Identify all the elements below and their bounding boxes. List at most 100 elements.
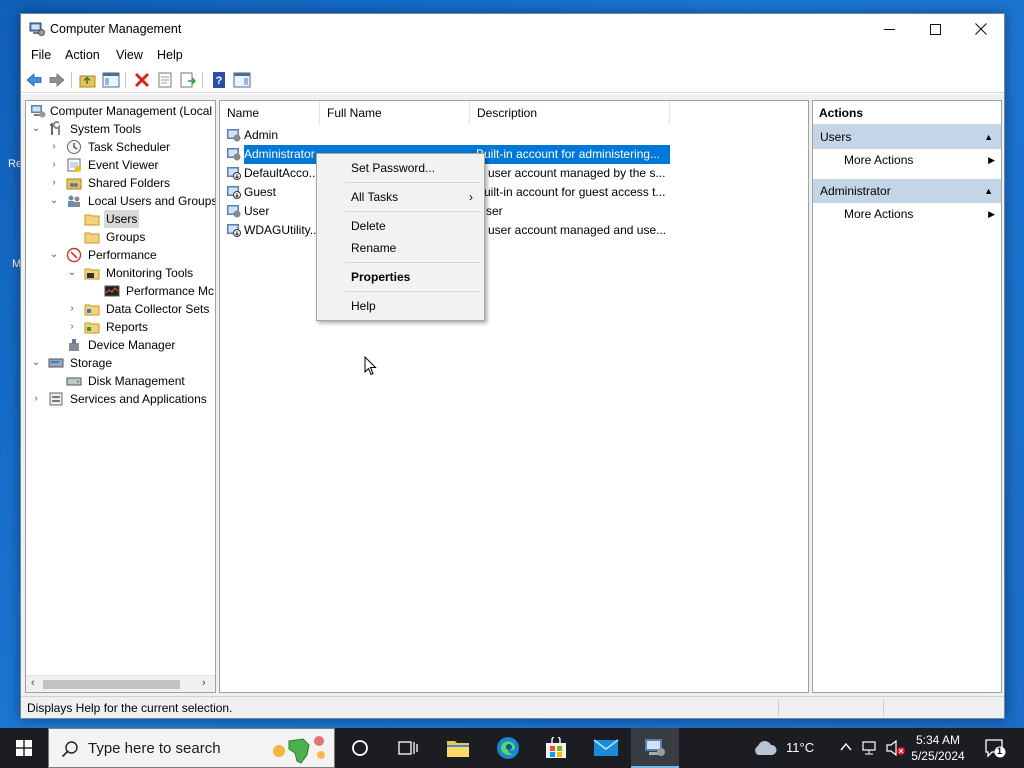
- menu-item-set-password[interactable]: Set Password...: [351, 158, 481, 178]
- back-arrow-icon[interactable]: [25, 71, 43, 89]
- taskbar-computer-management[interactable]: [631, 728, 679, 768]
- tree-node-performance[interactable]: ⌄ Performance: [48, 246, 214, 264]
- tree-label: Shared Folders: [88, 176, 171, 190]
- taskbar-search-box[interactable]: Type here to search: [48, 728, 335, 768]
- column-header-full-name[interactable]: Full Name: [320, 101, 470, 125]
- system-clock[interactable]: 5:34 AM 5/25/2024: [908, 732, 968, 764]
- column-header-description[interactable]: Description: [470, 101, 670, 125]
- tree-node-groups[interactable]: Groups: [84, 228, 184, 246]
- menu-action[interactable]: Action: [65, 48, 100, 62]
- tree-node-reports[interactable]: › Reports: [66, 318, 215, 336]
- tree-node-task-scheduler[interactable]: › Task Scheduler: [48, 138, 214, 156]
- menu-item-label: All Tasks: [351, 190, 399, 204]
- submenu-arrow-icon: ▶: [988, 209, 995, 219]
- volume-control[interactable]: [884, 728, 906, 768]
- tree-node-users[interactable]: Users: [84, 210, 184, 228]
- title-bar[interactable]: Computer Management: [21, 14, 1004, 44]
- more-actions-administrator[interactable]: More Actions ▶: [844, 204, 999, 224]
- tree-node-monitoring-tools[interactable]: ⌄ Monitoring Tools: [66, 264, 215, 282]
- scrollbar-thumb[interactable]: [43, 680, 180, 689]
- network-status[interactable]: [860, 728, 880, 768]
- tree-node-storage[interactable]: ⌄ Storage: [30, 354, 210, 372]
- menu-item-help[interactable]: Help: [351, 296, 481, 316]
- chevron-up-icon: [840, 742, 852, 751]
- start-button[interactable]: [0, 728, 48, 768]
- up-folder-icon[interactable]: [79, 71, 97, 89]
- notification-center-button[interactable]: 1: [980, 728, 1010, 768]
- taskbar-mail[interactable]: [582, 728, 630, 768]
- expand-chevron-icon[interactable]: ›: [30, 390, 42, 408]
- tree-node-device-manager[interactable]: Device Manager: [48, 336, 214, 354]
- table-row[interactable]: Guest uilt-in account for guest access t…: [224, 183, 804, 202]
- minimize-button[interactable]: [866, 14, 912, 44]
- show-hide-action-pane-icon[interactable]: [233, 71, 251, 89]
- expand-chevron-icon[interactable]: ›: [48, 138, 60, 156]
- scroll-left-icon[interactable]: ‹: [31, 677, 35, 689]
- menu-item-delete[interactable]: Delete: [351, 216, 481, 236]
- cell-name: Guest: [244, 185, 277, 199]
- console-tree: Computer Management (Local ⌄ System Tool…: [25, 100, 216, 693]
- collapse-up-icon[interactable]: ▲: [984, 179, 993, 203]
- taskbar-edge-browser[interactable]: [484, 728, 532, 768]
- table-row[interactable]: WDAGUtility... user account managed and …: [224, 221, 804, 240]
- computer-management-icon: [31, 105, 46, 118]
- table-row[interactable]: Administrator Built-in account for admin…: [224, 145, 804, 164]
- help-icon[interactable]: ?: [210, 71, 228, 89]
- taskbar-cortana-button[interactable]: [336, 728, 384, 768]
- taskbar-task-view-button[interactable]: [384, 728, 432, 768]
- expand-chevron-icon[interactable]: ›: [48, 174, 60, 192]
- menu-view[interactable]: View: [116, 48, 143, 62]
- menu-item-rename[interactable]: Rename: [351, 238, 481, 258]
- actions-section-users[interactable]: Users ▲: [813, 125, 1001, 149]
- collapse-chevron-icon[interactable]: ⌄: [30, 354, 42, 372]
- tree-node-data-collector-sets[interactable]: › Data Collector Sets: [66, 300, 215, 318]
- scroll-right-icon[interactable]: ›: [202, 677, 206, 689]
- tree-node-shared-folders[interactable]: › Shared Folders: [48, 174, 214, 192]
- tree-node-performance-monitor[interactable]: Performance Mc: [104, 282, 215, 300]
- table-row[interactable]: DefaultAcco... user account managed by t…: [224, 164, 804, 183]
- menu-item-properties[interactable]: Properties: [351, 267, 481, 287]
- taskbar-microsoft-store[interactable]: [532, 728, 580, 768]
- weather-widget[interactable]: 11°C: [752, 728, 814, 768]
- maximize-button[interactable]: [912, 14, 958, 44]
- properties-icon[interactable]: [156, 71, 174, 89]
- action-label: More Actions: [844, 153, 914, 167]
- menu-bar: File Action View Help: [21, 44, 1004, 66]
- collapse-chevron-icon[interactable]: ⌄: [48, 192, 60, 210]
- notification-count: 1: [997, 746, 1003, 756]
- actions-section-administrator[interactable]: Administrator ▲: [813, 179, 1001, 203]
- collapse-chevron-icon[interactable]: ⌄: [48, 246, 60, 264]
- tree-node-disk-management[interactable]: Disk Management: [48, 372, 214, 390]
- file-explorer-icon: [447, 741, 469, 757]
- column-header-name[interactable]: Name: [220, 101, 320, 125]
- cell-name: User: [244, 204, 270, 218]
- close-button[interactable]: [958, 14, 1004, 44]
- delete-icon[interactable]: [133, 71, 151, 89]
- collapse-up-icon[interactable]: ▲: [984, 125, 993, 149]
- user-disabled-icon: [227, 167, 241, 180]
- expand-chevron-icon[interactable]: ›: [66, 300, 78, 318]
- taskbar-file-explorer[interactable]: [434, 728, 482, 768]
- menu-item-all-tasks[interactable]: All Tasks ›: [351, 187, 481, 207]
- table-row[interactable]: Admin: [224, 126, 804, 145]
- tree-node-services-applications[interactable]: › Services and Applications: [30, 390, 215, 408]
- tree-horizontal-scrollbar[interactable]: ‹ ›: [26, 675, 215, 692]
- computer-management-window: Computer Management File Action View Hel…: [20, 13, 1005, 719]
- export-list-icon[interactable]: [179, 71, 197, 89]
- tree-node-root[interactable]: Computer Management (Local: [28, 102, 215, 120]
- status-bar: Displays Help for the current selection.: [21, 696, 1004, 718]
- expand-chevron-icon[interactable]: ›: [66, 318, 78, 336]
- more-actions-users[interactable]: More Actions ▶: [844, 150, 999, 170]
- show-hide-console-tree-icon[interactable]: [102, 71, 120, 89]
- tree-node-event-viewer[interactable]: › Event Viewer: [48, 156, 214, 174]
- menu-help[interactable]: Help: [157, 48, 183, 62]
- table-row[interactable]: User ser: [224, 202, 804, 221]
- show-hidden-icons[interactable]: [838, 728, 854, 768]
- tree-node-system-tools[interactable]: ⌄ System Tools: [30, 120, 210, 138]
- expand-chevron-icon[interactable]: ›: [48, 156, 60, 174]
- forward-arrow-icon[interactable]: [48, 71, 66, 89]
- menu-file[interactable]: File: [31, 48, 51, 62]
- collapse-chevron-icon[interactable]: ⌄: [66, 264, 78, 282]
- collapse-chevron-icon[interactable]: ⌄: [30, 120, 42, 138]
- tree-node-local-users-groups[interactable]: ⌄ Local Users and Groups: [48, 192, 215, 210]
